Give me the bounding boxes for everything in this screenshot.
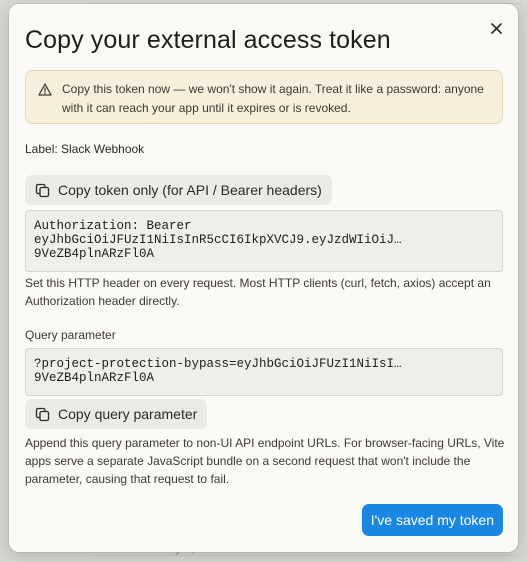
token-modal: Copy your external access token Copy thi… <box>9 4 518 552</box>
modal-title: Copy your external access token <box>25 26 391 54</box>
header-line: eyJhbGciOiJFUzI1NiIsInR5cCI6IkpXVCJ9.eyJ… <box>34 233 402 247</box>
warning-text: Copy this token now — we won't show it a… <box>62 82 484 115</box>
header-line: 9VeZB4plnARzFl0A <box>34 247 155 261</box>
background-divider <box>92 555 519 556</box>
copy-icon <box>35 407 50 421</box>
query-line: ?project-protection-bypass=eyJhbGciOiJFU… <box>34 357 402 371</box>
warning-triangle-icon <box>38 83 52 96</box>
confirm-saved-button[interactable]: I've saved my token <box>361 504 503 536</box>
query-line: 9VeZB4plnARzFl0A <box>34 371 155 385</box>
header-line: Authorization: Bearer <box>34 219 192 233</box>
authorization-header-field[interactable]: Authorization: Bearer eyJhbGciOiJFUzI1NiI… <box>25 210 503 272</box>
copy-icon <box>35 183 50 197</box>
header-help-text: Set this HTTP header on every request. M… <box>25 276 491 308</box>
query-parameter-field[interactable]: ?project-protection-bypass=eyJhbGciOiJFU… <box>25 348 503 396</box>
copy-token-label: Copy token only (for API / Bearer header… <box>58 182 322 198</box>
copy-token-button[interactable]: Copy token only (for API / Bearer header… <box>25 175 332 205</box>
query-parameter-label: Query parameter <box>25 328 116 342</box>
token-label: Label: Slack Webhook <box>25 142 145 156</box>
close-icon <box>490 22 502 34</box>
copy-query-label: Copy query parameter <box>58 406 198 422</box>
query-help-text: Append this query parameter to non-UI AP… <box>25 436 505 486</box>
warning-banner: Copy this token now — we won't show it a… <box>25 70 503 124</box>
close-button[interactable] <box>486 18 506 38</box>
copy-query-button[interactable]: Copy query parameter <box>25 399 208 429</box>
